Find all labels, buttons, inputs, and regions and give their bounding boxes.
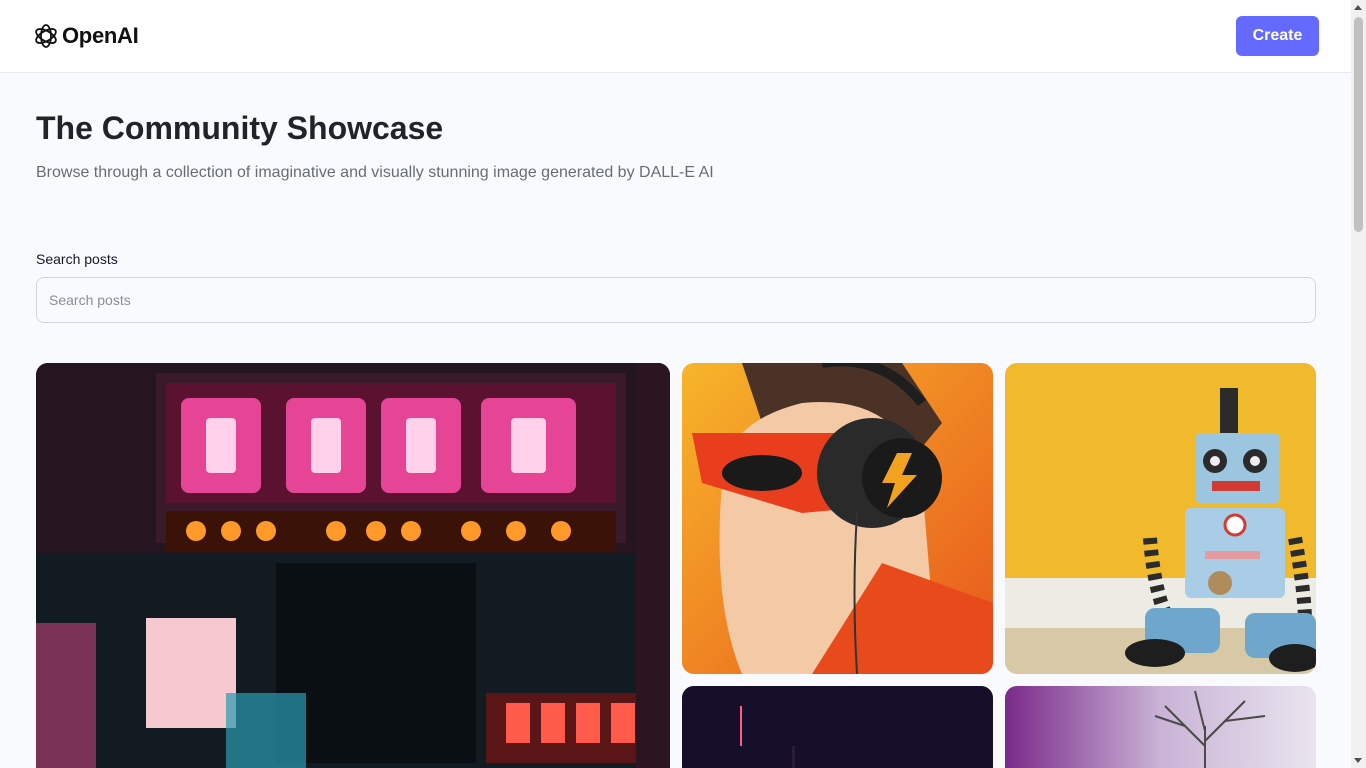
search-label: Search posts <box>36 251 118 267</box>
neon-city-image <box>36 363 670 768</box>
page-scrollbar[interactable] <box>1351 0 1366 768</box>
night-image <box>682 686 993 768</box>
create-button[interactable]: Create <box>1236 16 1319 56</box>
robot-image <box>1005 363 1316 674</box>
scrollbar-thumb[interactable] <box>1354 17 1363 232</box>
logo[interactable]: OpenAI <box>32 22 139 50</box>
scroll-up-arrow-icon[interactable] <box>1354 5 1362 10</box>
search-input[interactable] <box>36 277 1316 323</box>
gallery-card-night[interactable] <box>682 686 993 768</box>
header: OpenAI Create <box>0 0 1351 73</box>
gallery-card-purple-tree[interactable] <box>1005 686 1316 768</box>
gallery-card-neon-city[interactable] <box>36 363 670 768</box>
purple-tree-image <box>1005 686 1316 768</box>
superhero-image <box>682 363 993 674</box>
gallery-card-robot[interactable] <box>1005 363 1316 674</box>
gallery-card-superhero[interactable] <box>682 363 993 674</box>
page-subtitle: Browse through a collection of imaginati… <box>36 164 714 181</box>
brand-name: OpenAI <box>62 23 139 48</box>
scroll-down-arrow-icon[interactable] <box>1354 758 1362 763</box>
openai-logo-icon <box>35 24 57 48</box>
page-title: The Community Showcase <box>36 110 444 146</box>
